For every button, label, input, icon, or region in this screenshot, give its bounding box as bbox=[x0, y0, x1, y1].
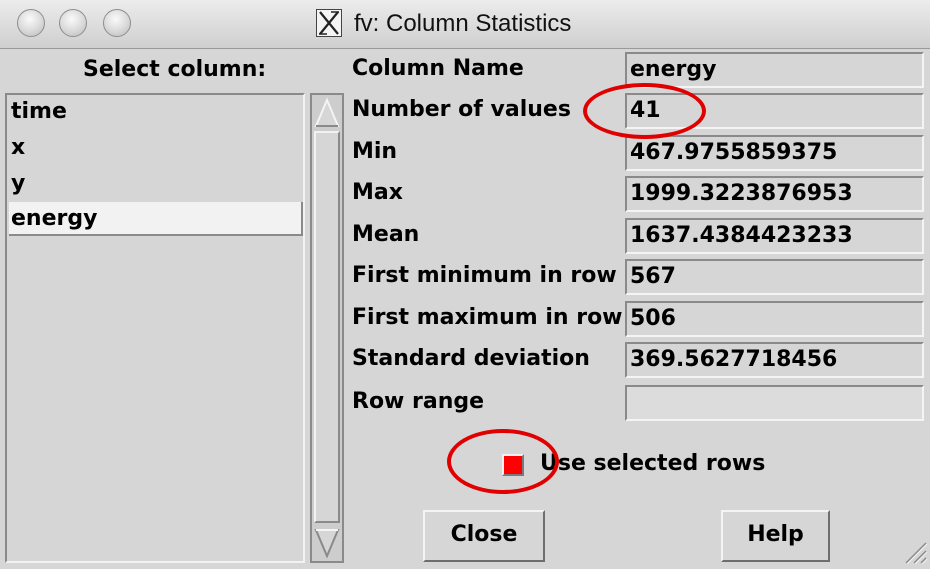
resize-grip-icon[interactable] bbox=[898, 535, 928, 565]
stat-label-first-minimum-row: First minimum in row bbox=[352, 263, 617, 288]
stat-value-standard-deviation: 369.5627718456 bbox=[625, 342, 924, 378]
stat-label-first-maximum-row: First maximum in row bbox=[352, 305, 623, 330]
use-selected-rows-checkbox[interactable] bbox=[502, 454, 524, 476]
stat-label-column-name: Column Name bbox=[352, 56, 524, 81]
stat-label-row-range: Row range bbox=[352, 389, 485, 414]
column-listbox[interactable]: time x y energy bbox=[5, 93, 305, 563]
x11-app-icon bbox=[316, 9, 342, 37]
stat-label-min: Min bbox=[352, 139, 398, 164]
help-button[interactable]: Help bbox=[721, 510, 830, 562]
stat-value-mean: 1637.4384423233 bbox=[625, 218, 924, 254]
select-column-label: Select column: bbox=[83, 57, 267, 82]
stat-label-mean: Mean bbox=[352, 222, 420, 247]
title-bar: fv: Column Statistics bbox=[0, 0, 930, 49]
stat-value-number-of-values: 41 bbox=[625, 93, 924, 129]
list-item-x[interactable]: x bbox=[9, 131, 303, 165]
use-selected-rows-label[interactable]: Use selected rows bbox=[540, 450, 765, 478]
window-close-button[interactable] bbox=[17, 9, 45, 37]
scroll-up-arrow-icon[interactable] bbox=[314, 97, 340, 129]
stat-label-number-of-values: Number of values bbox=[352, 97, 571, 122]
list-item-energy[interactable]: energy bbox=[9, 202, 303, 236]
list-item-time[interactable]: time bbox=[9, 95, 303, 129]
stat-label-standard-deviation: Standard deviation bbox=[352, 346, 590, 371]
stat-label-max: Max bbox=[352, 180, 403, 205]
row-range-input[interactable] bbox=[625, 385, 924, 421]
scroll-thumb[interactable] bbox=[314, 131, 340, 523]
close-button[interactable]: Close bbox=[423, 510, 545, 562]
window-zoom-button[interactable] bbox=[103, 9, 131, 37]
stat-value-min: 467.9755859375 bbox=[625, 135, 924, 171]
window-minimize-button[interactable] bbox=[59, 9, 87, 37]
list-item-y[interactable]: y bbox=[9, 167, 303, 201]
scroll-down-arrow-icon[interactable] bbox=[314, 527, 340, 559]
stat-value-column-name: energy bbox=[625, 52, 924, 88]
stat-value-max: 1999.3223876953 bbox=[625, 176, 924, 212]
stat-value-first-maximum-row: 506 bbox=[625, 301, 924, 337]
column-list-scrollbar[interactable] bbox=[310, 93, 344, 563]
window-title: fv: Column Statistics bbox=[354, 10, 572, 37]
stat-value-first-minimum-row: 567 bbox=[625, 259, 924, 295]
